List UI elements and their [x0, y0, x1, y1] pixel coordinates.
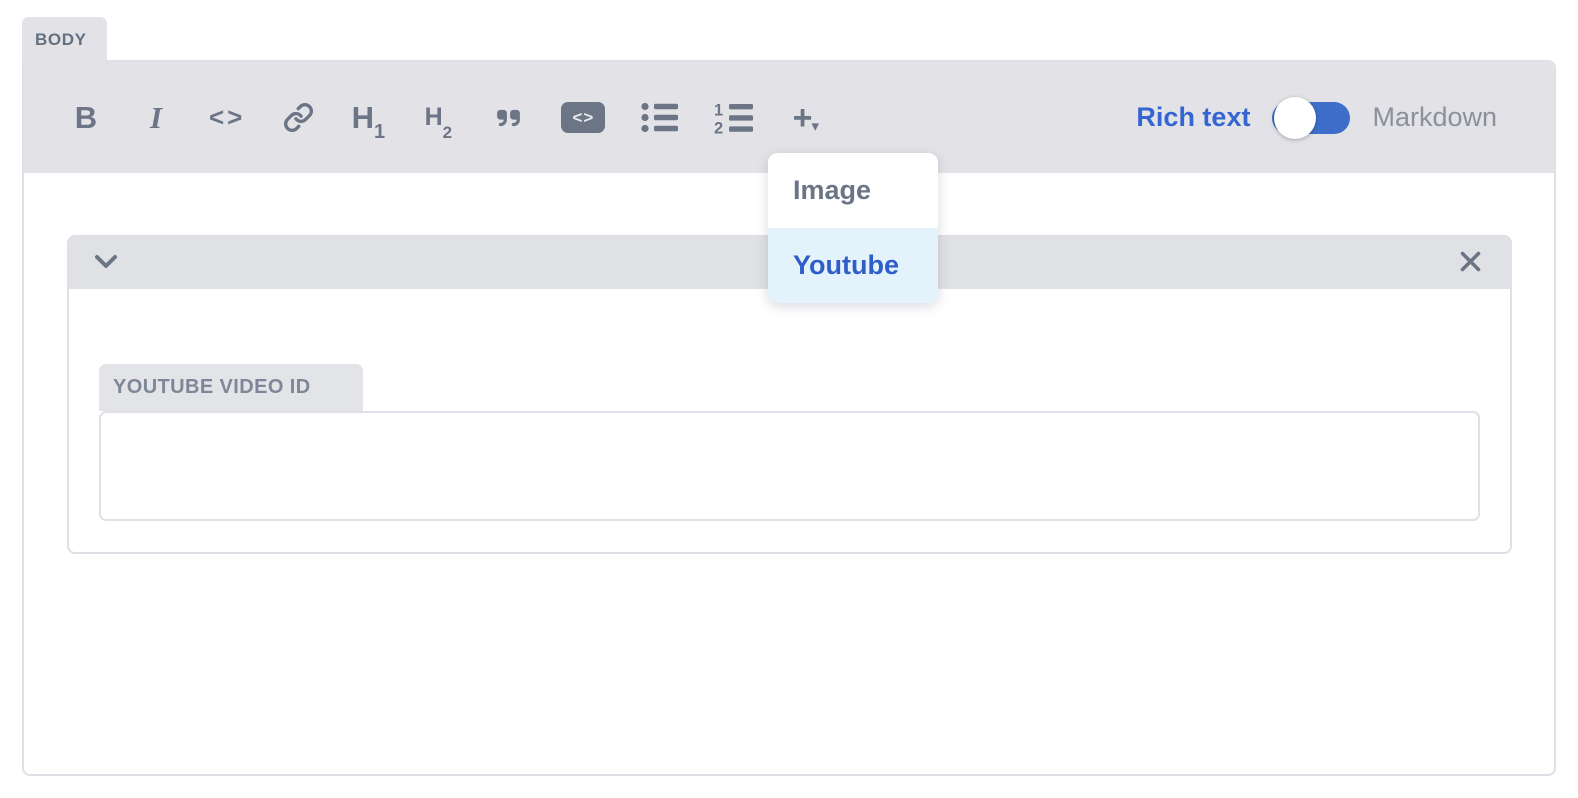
- heading-2-button[interactable]: H 2: [421, 92, 455, 144]
- markdown-label: Markdown: [1372, 102, 1497, 132]
- youtube-video-id-input[interactable]: [99, 411, 1480, 521]
- inline-code-button[interactable]: <>: [209, 92, 245, 144]
- bold-button[interactable]: B: [69, 92, 103, 144]
- h2-icon: H: [424, 103, 443, 131]
- plus-icon: +: [792, 98, 813, 137]
- bullet-list-icon: [641, 102, 679, 133]
- bold-icon: B: [74, 99, 98, 135]
- heading-1-button[interactable]: H 1: [351, 92, 386, 144]
- close-icon: [1457, 248, 1484, 278]
- chevron-down-icon: ▾: [811, 117, 820, 135]
- ordered-list-icon: 1 2: [714, 102, 754, 134]
- chevron-down-icon: [91, 249, 121, 278]
- link-button[interactable]: [281, 92, 315, 144]
- rich-text-label: Rich text: [1136, 102, 1251, 132]
- mode-toggle-switch[interactable]: [1272, 96, 1351, 139]
- insert-block-button[interactable]: + ▾: [789, 92, 823, 144]
- bullet-list-button[interactable]: [641, 92, 679, 144]
- code-block-icon: <>: [561, 102, 606, 133]
- blockquote-button[interactable]: [491, 92, 525, 144]
- remove-block-button[interactable]: [1457, 248, 1484, 278]
- h1-icon: H: [351, 100, 374, 135]
- code-block-button[interactable]: <>: [561, 92, 606, 144]
- svg-text:2: 2: [714, 119, 723, 134]
- collapse-block-button[interactable]: [91, 249, 121, 278]
- body-field-tab[interactable]: BODY: [22, 17, 107, 62]
- editor-mode-toggle-group: Rich text Markdown: [1136, 96, 1497, 139]
- youtube-video-id-label: YOUTUBE VIDEO ID: [99, 364, 363, 411]
- svg-text:1: 1: [714, 102, 723, 120]
- toggle-knob[interactable]: [1274, 96, 1317, 139]
- blockquote-icon: [492, 105, 525, 131]
- inline-code-icon: <>: [209, 102, 246, 132]
- menu-item-youtube[interactable]: Youtube: [768, 228, 938, 303]
- menu-item-image[interactable]: Image: [768, 153, 938, 228]
- body-field-tab-label: BODY: [35, 29, 87, 49]
- italic-icon: I: [149, 99, 163, 135]
- italic-button[interactable]: I: [139, 92, 173, 144]
- embed-block-body: YOUTUBE VIDEO ID: [69, 289, 1510, 521]
- insert-menu: Image Youtube: [768, 153, 938, 303]
- link-icon: [283, 102, 314, 133]
- ordered-list-button[interactable]: 1 2: [714, 92, 754, 144]
